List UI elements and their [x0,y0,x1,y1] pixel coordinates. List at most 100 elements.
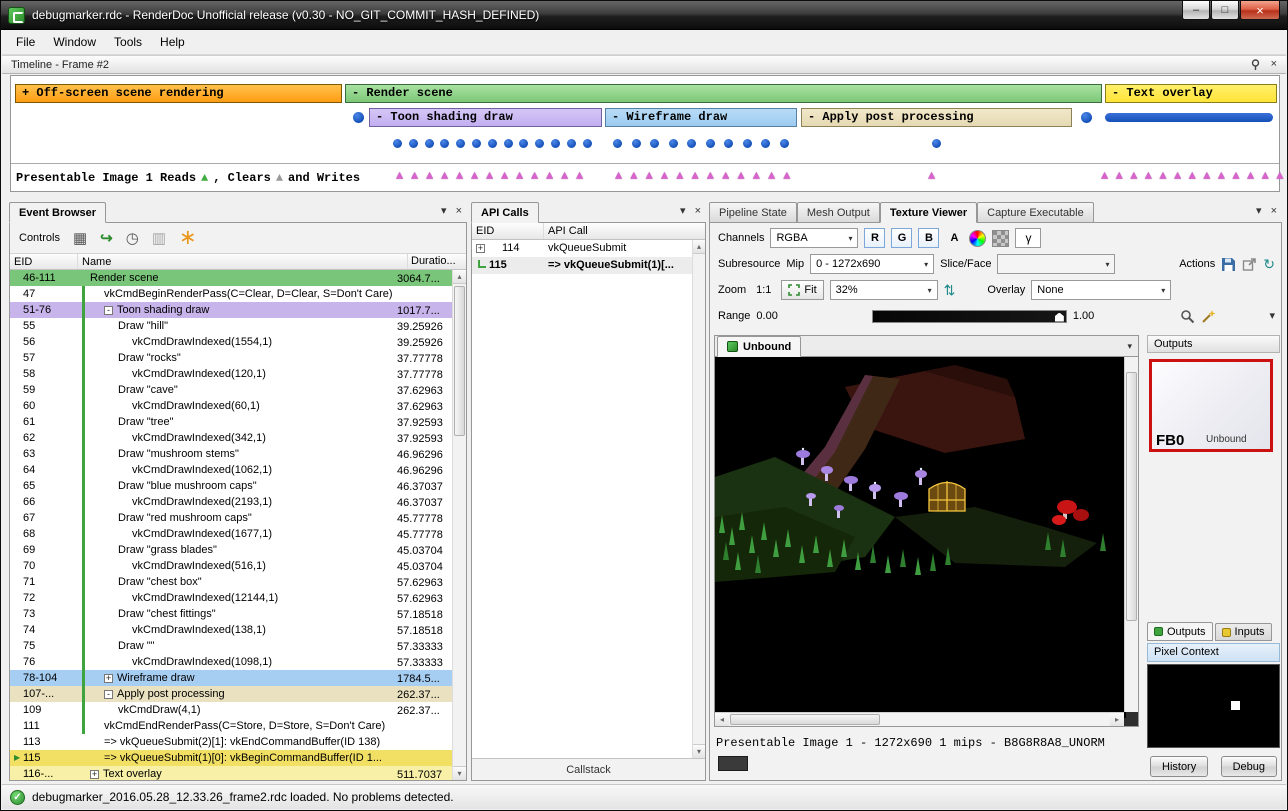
event-row[interactable]: ▶72 vkCmdDrawIndexed(12144,1) 57.62963 [10,590,452,606]
event-row[interactable]: ▶47 vkCmdBeginRenderPass(C=Clear, D=Clea… [10,286,452,302]
right-panel-tab[interactable]: Capture Executable [977,202,1094,222]
scrollbar-thumb[interactable] [730,714,880,725]
scroll-down-icon[interactable]: ▾ [693,744,705,758]
select-columns-icon[interactable]: ▦ [73,231,87,246]
right-panel-tab[interactable]: Texture Viewer [880,202,977,223]
usage-triangle[interactable]: ▲ [1276,170,1283,182]
tab-api-calls[interactable]: API Calls [471,202,539,223]
column-api-call[interactable]: API Call [544,223,705,239]
tree-expander[interactable]: - [104,690,113,699]
close-button[interactable]: × [1240,1,1280,20]
timeline-draw-dot[interactable] [687,139,696,148]
scrollbar-thumb[interactable] [454,286,465,436]
panel-menu-icon[interactable]: ▾ [441,206,447,217]
slice-face-select[interactable]: ▾ [997,254,1115,274]
panel-menu-icon[interactable]: ▾ [680,206,686,217]
timeline-draw-dot[interactable] [535,139,544,148]
timeline-draw-dot[interactable] [567,139,576,148]
range-slider-thumb[interactable] [1055,313,1064,322]
timeline-text-overlay-span[interactable] [1105,113,1273,122]
fb0-thumbnail[interactable]: FB0 Unbound [1149,359,1273,452]
timeline-draw-dot[interactable] [780,139,789,148]
event-row[interactable]: ▶73 Draw "chest fittings" 57.18518 [10,606,452,622]
event-row[interactable]: ▶51-76 -Toon shading draw 1017.7... [10,302,452,318]
panel-close-icon[interactable]: × [456,206,462,217]
scroll-up-icon[interactable]: ▴ [453,270,466,284]
pin-icon[interactable] [1250,59,1261,70]
usage-triangle[interactable]: ▲ [516,170,523,182]
usage-triangle[interactable]: ▲ [630,170,637,182]
usage-triangle[interactable]: ▲ [531,170,538,182]
event-row[interactable]: ▶71 Draw "chest box" 57.62963 [10,574,452,590]
menu-item[interactable]: Window [44,31,105,53]
usage-triangle[interactable]: ▲ [501,170,508,182]
column-name[interactable]: Name [78,254,408,269]
usage-triangle[interactable]: ▲ [1116,170,1123,182]
usage-triangle[interactable]: ▲ [561,170,568,182]
event-row[interactable]: ▶55 Draw "hill" 39.25926 [10,318,452,334]
right-panel-tab[interactable]: Mesh Output [797,202,880,222]
event-row[interactable]: ▶109 vkCmdDraw(4,1) 262.37... [10,702,452,718]
usage-triangle[interactable]: ▲ [753,170,760,182]
timeline-bar-render-scene[interactable]: - Render scene [345,84,1102,103]
event-row[interactable]: ▶67 Draw "red mushroom caps" 45.77778 [10,510,452,526]
timeline-event-dot[interactable] [353,112,364,123]
usage-triangle[interactable]: ▲ [576,170,583,182]
usage-triangle[interactable]: ▲ [615,170,622,182]
event-row[interactable]: ▶75 Draw "" 57.33333 [10,638,452,654]
api-call-row[interactable]: +114 vkQueueSubmit [472,240,692,257]
tree-expander[interactable]: + [104,674,113,683]
maximize-button[interactable]: □ [1211,1,1239,20]
column-eid[interactable]: EID [472,223,544,239]
timeline-bar-toon-shading[interactable]: - Toon shading draw [369,108,602,127]
fit-button[interactable]: Fit [781,280,823,300]
range-slider[interactable] [872,310,1067,323]
usage-triangle[interactable]: ▲ [471,170,478,182]
timeline-draw-dot[interactable] [932,139,941,148]
event-row[interactable]: ▶76 vkCmdDrawIndexed(1098,1) 57.33333 [10,654,452,670]
checkerboard-icon[interactable] [992,230,1009,247]
tab-event-browser[interactable]: Event Browser [9,202,106,223]
scroll-down-icon[interactable]: ▾ [453,766,466,780]
gamma-button[interactable]: γ [1015,228,1041,248]
timeline-draw-dot[interactable] [724,139,733,148]
texture-tab-unbound[interactable]: Unbound [717,336,801,357]
timeline-draw-dot[interactable] [425,139,434,148]
timeline-bar-offscreen[interactable]: + Off-screen scene rendering [15,84,342,103]
mip-select[interactable]: 0 - 1272x690▾ [810,254,934,274]
usage-triangle[interactable]: ▲ [1247,170,1254,182]
timeline-draw-dot[interactable] [650,139,659,148]
usage-triangle[interactable]: ▲ [737,170,744,182]
usage-triangle[interactable]: ▲ [396,170,403,182]
panel-close-icon[interactable]: × [695,206,701,217]
timeline-draw-dot[interactable] [706,139,715,148]
red-channel-button[interactable]: R [864,228,885,248]
usage-triangle[interactable]: ▲ [1262,170,1269,182]
zoom-1to1-button[interactable]: 1:1 [752,280,775,300]
timeline-draw-dot[interactable] [519,139,528,148]
menu-item[interactable]: Help [151,31,194,53]
texture-horizontal-scrollbar[interactable]: ◂ ▸ [715,712,1124,726]
event-row[interactable]: ▶63 Draw "mushroom stems" 46.96296 [10,446,452,462]
flip-y-icon[interactable]: ⇅ [944,283,956,297]
timeline-draw-dot[interactable] [472,139,481,148]
minimize-button[interactable]: – [1182,1,1210,20]
usage-triangle[interactable]: ▲ [646,170,653,182]
menu-item[interactable]: Tools [105,31,151,53]
event-row[interactable]: ▶60 vkCmdDrawIndexed(60,1) 37.62963 [10,398,452,414]
scroll-left-icon[interactable]: ◂ [715,713,729,726]
event-row[interactable]: ▶78-104 +Wireframe draw 1784.5... [10,670,452,686]
pixel-context-view[interactable] [1147,664,1280,748]
usage-triangle[interactable]: ▲ [692,170,699,182]
history-button[interactable]: History [1150,756,1208,777]
usage-triangle[interactable]: ▲ [441,170,448,182]
timeline-draw-dot[interactable] [583,139,592,148]
event-row[interactable]: ▶74 vkCmdDrawIndexed(138,1) 57.18518 [10,622,452,638]
event-row[interactable]: ▶68 vkCmdDrawIndexed(1677,1) 45.77778 [10,526,452,542]
green-channel-button[interactable]: G [891,228,912,248]
event-row[interactable]: ▶69 Draw "grass blades" 45.03704 [10,542,452,558]
event-row[interactable]: ▶59 Draw "cave" 37.62963 [10,382,452,398]
usage-triangle[interactable]: ▲ [546,170,553,182]
usage-triangle[interactable]: ▲ [676,170,683,182]
usage-triangle[interactable]: ▲ [426,170,433,182]
